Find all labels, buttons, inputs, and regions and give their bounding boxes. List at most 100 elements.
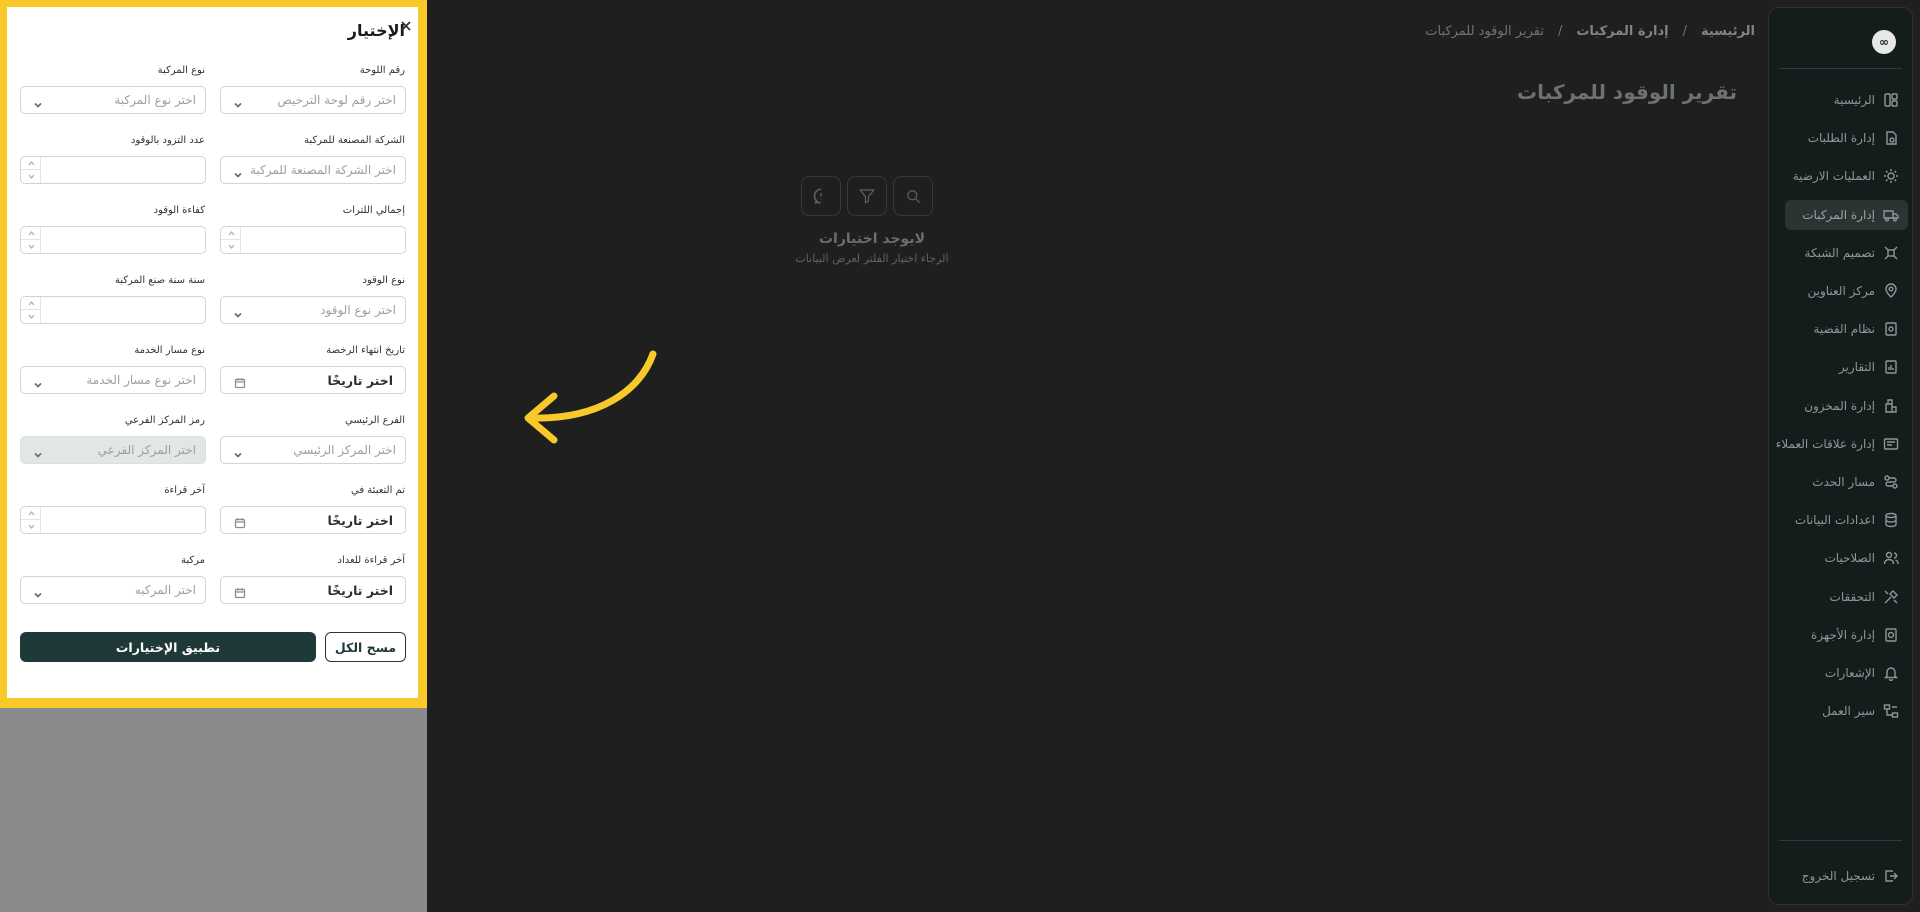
sub-center-label: رمز المركز الفرعي xyxy=(124,415,205,426)
sidebar-item[interactable]: العمليات الارضية xyxy=(1785,161,1908,191)
number-stepper[interactable] xyxy=(221,227,241,253)
plate-label: رقم اللوحة xyxy=(359,65,405,76)
sidebar-item-label: العمليات الارضية xyxy=(1792,169,1875,184)
sidebar-item-label: سير العمل xyxy=(1822,704,1875,719)
drawer-title: الإختيار xyxy=(347,21,405,40)
service-route-placeholder: اختر نوع مسار الخدمة xyxy=(86,373,196,387)
database-icon xyxy=(1883,512,1899,528)
sidebar-item[interactable]: إدارة الأجهزة xyxy=(1785,620,1908,650)
manufacture-year-input[interactable] xyxy=(20,296,206,324)
manufacture-year-label: سنة سنة صنع المركبة xyxy=(114,275,205,286)
refuel-count-input[interactable] xyxy=(20,156,206,184)
sidebar-item-label: إدارة المركبات xyxy=(1802,207,1875,222)
breadcrumb-section[interactable]: إدارة المركبات xyxy=(1576,24,1668,39)
sidebar-item[interactable]: إدارة علاقات العملاء xyxy=(1776,429,1908,459)
sidebar: ∞ الرئيسية إدارة الطلبات العمليات الارضية إ… xyxy=(1768,7,1913,905)
step-up-button[interactable] xyxy=(221,227,241,240)
sidebar-item-label: التقارير xyxy=(1838,360,1875,375)
number-stepper[interactable] xyxy=(21,157,41,183)
sidebar-item[interactable]: التحققات xyxy=(1785,582,1908,612)
step-up-button[interactable] xyxy=(21,507,41,520)
license-expiry-label: تاريخ انتهاء الرخصة xyxy=(326,345,405,356)
apply-filters-button[interactable]: تطبيق الإختيارات xyxy=(20,632,316,662)
orders-icon xyxy=(1883,130,1899,146)
step-up-button[interactable] xyxy=(21,227,41,240)
license-expiry-date[interactable]: اختر تاريخًا xyxy=(220,366,406,394)
sidebar-item[interactable]: اعدادات البيانات xyxy=(1785,505,1908,535)
sidebar-item[interactable]: سير العمل xyxy=(1785,696,1908,726)
sidebar-item[interactable]: نظام القضية xyxy=(1785,314,1908,344)
step-down-button[interactable] xyxy=(21,310,41,323)
app-logo[interactable]: ∞ xyxy=(1872,30,1896,54)
close-button[interactable] xyxy=(398,18,414,34)
sidebar-item[interactable]: التقارير xyxy=(1785,352,1908,382)
fuel-efficiency-input[interactable] xyxy=(20,226,206,254)
last-reading-input[interactable] xyxy=(20,506,206,534)
truck-icon xyxy=(1883,207,1899,223)
step-up-button[interactable] xyxy=(21,297,41,310)
vehicle-label: مركبة xyxy=(180,555,205,566)
location-icon xyxy=(1883,283,1899,299)
sidebar-item[interactable]: تصميم الشبكة xyxy=(1785,238,1908,268)
breadcrumb-separator: / xyxy=(1682,24,1687,39)
step-down-button[interactable] xyxy=(21,520,41,533)
sub-center-select: اختر المركز الفرعي xyxy=(20,436,206,464)
clear-all-button[interactable]: مسح الكل xyxy=(325,632,406,662)
sidebar-item[interactable]: إدارة المخزون xyxy=(1785,391,1908,421)
filled-on-label: تم التعبئة في xyxy=(351,485,405,496)
empty-state-icons xyxy=(801,176,933,216)
filled-on-date[interactable]: اختر تاريخًا xyxy=(220,506,406,534)
event-path-icon xyxy=(1883,474,1899,490)
breadcrumb: الرئيسية / إدارة المركبات / تقرير الوقود… xyxy=(1425,24,1755,39)
total-liters-input[interactable] xyxy=(220,226,406,254)
step-down-button[interactable] xyxy=(21,170,41,183)
sidebar-item[interactable]: إدارة الطلبات xyxy=(1785,123,1908,153)
breadcrumb-home[interactable]: الرئيسية xyxy=(1701,24,1755,39)
sidebar-item[interactable]: مركز العناوين xyxy=(1785,276,1908,306)
sidebar-item[interactable]: الإشعارات xyxy=(1785,658,1908,688)
license-expiry-placeholder: اختر تاريخًا xyxy=(327,373,393,388)
vehicle-type-placeholder: اختر نوع المركبة xyxy=(114,93,196,107)
breadcrumb-separator: / xyxy=(1557,24,1563,39)
manufacturer-placeholder: اختر الشركة المصنعة للمركبة xyxy=(249,163,396,177)
main-branch-placeholder: اختر المركز الرئيسي xyxy=(293,443,396,457)
chevron-down-icon xyxy=(233,95,243,108)
service-route-select[interactable]: اختر نوع مسار الخدمة xyxy=(20,366,206,394)
close-icon xyxy=(401,21,411,31)
sidebar-item[interactable]: مسار الحدث xyxy=(1785,467,1908,497)
chevron-down-icon xyxy=(33,445,43,458)
sidebar-item[interactable]: الرئيسية xyxy=(1785,85,1908,115)
sidebar-item[interactable]: إدارة المركبات xyxy=(1785,199,1908,230)
sidebar-item-label: الإشعارات xyxy=(1824,666,1875,680)
vehicle-type-select[interactable]: اختر نوع المركبة xyxy=(20,86,206,114)
number-stepper[interactable] xyxy=(21,507,41,533)
number-stepper[interactable] xyxy=(21,227,41,253)
last-meter-reading-placeholder: اختر تاريخًا xyxy=(327,583,393,598)
main-branch-select[interactable]: اختر المركز الرئيسي xyxy=(220,436,406,464)
step-down-button[interactable] xyxy=(221,240,241,253)
sidebar-item-label: الصلاحيات xyxy=(1824,551,1875,566)
manufacturer-select[interactable]: اختر الشركة المصنعة للمركبة xyxy=(220,156,406,184)
manufacturer-label: الشركة المصنعة للمركبة xyxy=(303,135,405,146)
vehicle-type-label: نوع المركبة xyxy=(157,65,205,76)
last-reading-label: آخر قراءة xyxy=(164,485,205,496)
plate-select[interactable]: اختر رقم لوحة الترخيص xyxy=(220,86,406,114)
empty-state-title: لايوجد اختيارات xyxy=(818,231,925,247)
step-down-button[interactable] xyxy=(21,240,41,253)
chevron-down-icon xyxy=(33,585,43,598)
step-up-button[interactable] xyxy=(21,157,41,170)
ground-ops-icon xyxy=(1883,168,1899,184)
logout-button[interactable]: تسجيل الخروج xyxy=(1785,861,1908,891)
workflow-icon xyxy=(1883,703,1899,719)
sidebar-item-label: نظام القضية xyxy=(1813,322,1875,337)
last-meter-reading-date[interactable]: اختر تاريخًا xyxy=(220,576,406,604)
chevron-down-icon xyxy=(33,375,43,388)
refuel-count-label: عدد التزود بالوقود xyxy=(130,135,205,146)
vehicle-placeholder: اختر المركبه xyxy=(134,583,196,597)
vehicle-select[interactable]: اختر المركبه xyxy=(20,576,206,604)
filled-on-placeholder: اختر تاريخًا xyxy=(327,513,393,528)
number-stepper[interactable] xyxy=(21,297,41,323)
fuel-type-select[interactable]: اختر نوع الوقود xyxy=(220,296,406,324)
sidebar-item[interactable]: الصلاحيات xyxy=(1785,543,1908,573)
sidebar-divider xyxy=(1779,68,1902,69)
